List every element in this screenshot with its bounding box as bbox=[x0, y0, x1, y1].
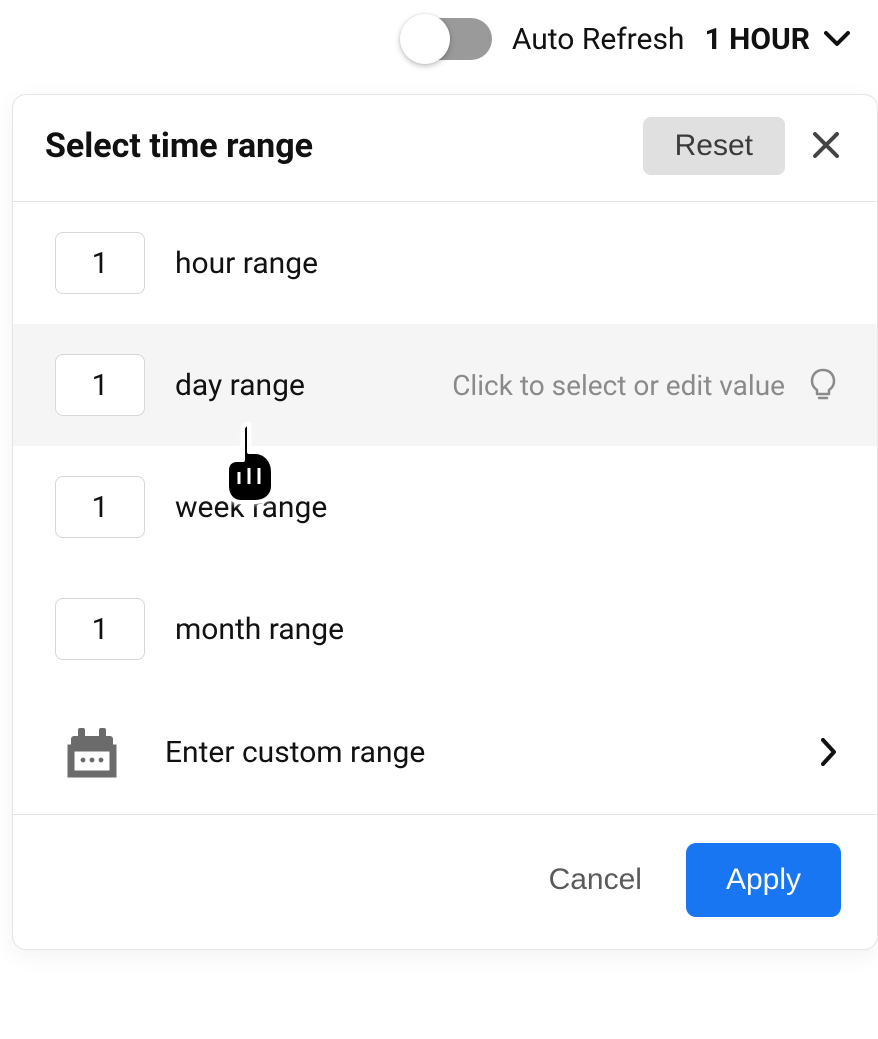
range-value-input[interactable]: 1 bbox=[55, 598, 145, 660]
lightbulb-icon bbox=[809, 368, 837, 402]
topbar: Auto Refresh 1 HOUR bbox=[0, 0, 878, 60]
range-row-week[interactable]: 1 week range bbox=[13, 446, 877, 568]
range-value-input[interactable]: 1 bbox=[55, 476, 145, 538]
time-range-current: 1 HOUR bbox=[704, 22, 810, 57]
range-label: month range bbox=[175, 612, 344, 647]
range-row-month[interactable]: 1 month range bbox=[13, 568, 877, 690]
row-hint: Click to select or edit value bbox=[452, 368, 837, 402]
popup-footer: Cancel Apply bbox=[13, 814, 877, 949]
range-row-hour[interactable]: 1 hour range bbox=[13, 202, 877, 324]
range-value-input[interactable]: 1 bbox=[55, 354, 145, 416]
range-label: week range bbox=[175, 490, 327, 525]
popup-title: Select time range bbox=[45, 126, 623, 166]
toggle-knob bbox=[400, 14, 450, 64]
range-row-day[interactable]: 1 day range Click to select or edit valu… bbox=[13, 324, 877, 446]
auto-refresh-toggle[interactable] bbox=[404, 18, 492, 60]
hint-text: Click to select or edit value bbox=[452, 369, 785, 402]
cancel-button[interactable]: Cancel bbox=[549, 863, 642, 897]
range-rows: 1 hour range 1 day range Click to select… bbox=[13, 202, 877, 814]
auto-refresh-label: Auto Refresh bbox=[512, 22, 685, 57]
custom-range-row[interactable]: Enter custom range bbox=[13, 690, 877, 814]
chevron-down-icon bbox=[824, 31, 850, 47]
range-label: hour range bbox=[175, 246, 318, 281]
reset-button[interactable]: Reset bbox=[643, 117, 785, 175]
calendar-icon bbox=[67, 726, 117, 778]
apply-button[interactable]: Apply bbox=[686, 843, 841, 917]
custom-range-label: Enter custom range bbox=[165, 735, 773, 770]
close-icon bbox=[811, 148, 841, 163]
popup-header: Select time range Reset bbox=[13, 95, 877, 202]
close-button[interactable] bbox=[805, 124, 847, 169]
range-value-input[interactable]: 1 bbox=[55, 232, 145, 294]
time-range-popup: Select time range Reset 1 hour range 1 d… bbox=[12, 94, 878, 950]
range-label: day range bbox=[175, 368, 305, 403]
time-range-dropdown[interactable]: 1 HOUR bbox=[704, 22, 850, 57]
chevron-right-icon bbox=[821, 738, 837, 766]
